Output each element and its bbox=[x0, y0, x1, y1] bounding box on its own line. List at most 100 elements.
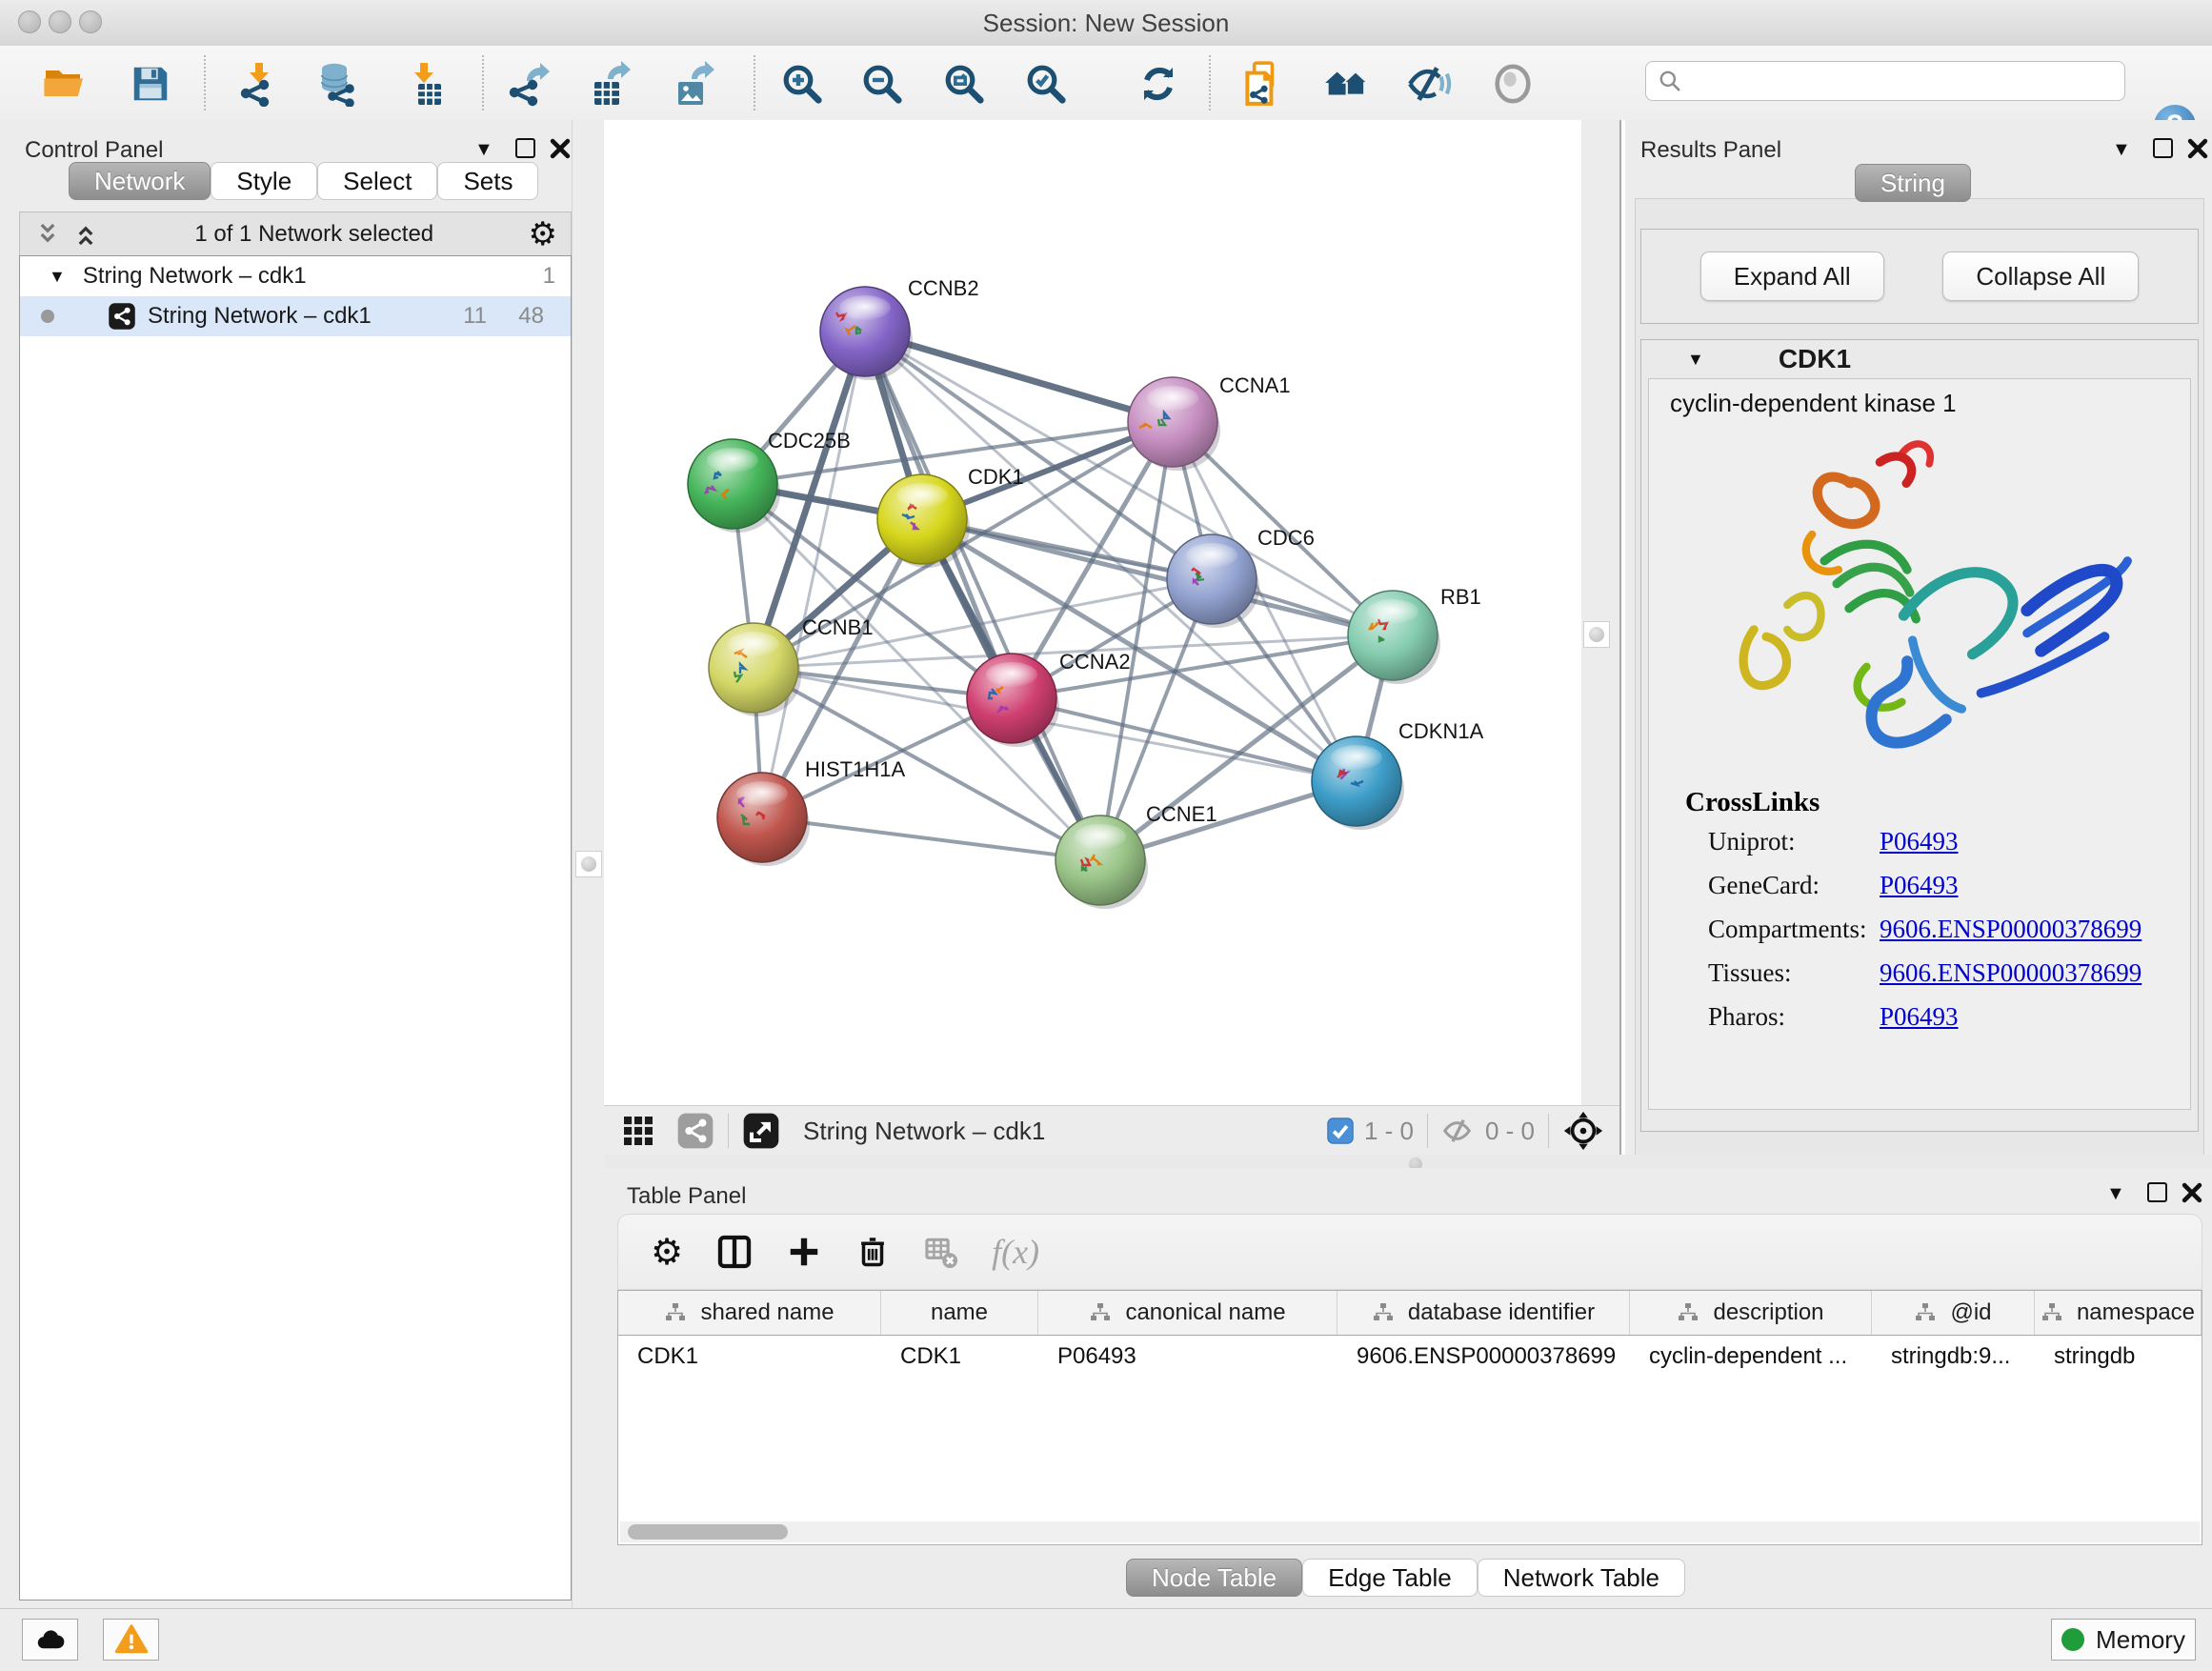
table-cell[interactable]: stringdb bbox=[2035, 1336, 2202, 1378]
zoom-out-button[interactable] bbox=[857, 59, 907, 109]
network-node-cdk1[interactable]: CDK1 bbox=[877, 465, 1024, 568]
tab-string[interactable]: String bbox=[1855, 164, 1971, 202]
open-session-button[interactable] bbox=[40, 59, 90, 109]
delete-column-icon[interactable] bbox=[855, 1234, 891, 1270]
crosslink-link[interactable]: P06493 bbox=[1880, 827, 1959, 856]
column-header-canonical-name[interactable]: canonical name bbox=[1038, 1291, 1337, 1335]
column-header-description[interactable]: description bbox=[1630, 1291, 1872, 1335]
column-header--id[interactable]: @id bbox=[1872, 1291, 2035, 1335]
network-home-button[interactable] bbox=[1321, 59, 1371, 109]
collapse-all-networks-icon[interactable] bbox=[71, 220, 100, 249]
zoom-selected-button[interactable] bbox=[1021, 59, 1071, 109]
network-node-hist1h1a[interactable]: HIST1H1A bbox=[717, 757, 905, 866]
network-canvas[interactable]: CCNB2CCNA1CDC25BCDK1CDC6RB1CCNB1CCNA2CDK… bbox=[604, 120, 1581, 1105]
network-node-cdkn1a[interactable]: CDKN1A bbox=[1312, 719, 1484, 830]
tab-node-table[interactable]: Node Table bbox=[1126, 1559, 1302, 1597]
search-box[interactable] bbox=[1645, 61, 2125, 101]
right-splitter-handle[interactable] bbox=[1583, 621, 1610, 648]
memory-button[interactable]: Memory bbox=[2051, 1619, 2196, 1661]
detach-view-icon[interactable] bbox=[742, 1112, 780, 1150]
network-graph[interactable]: CCNB2CCNA1CDC25BCDK1CDC6RB1CCNB1CCNA2CDK… bbox=[604, 120, 1581, 1105]
tree-expander-icon[interactable]: ▼ bbox=[49, 267, 66, 287]
node-label: CCNB2 bbox=[908, 276, 979, 300]
export-image-button[interactable] bbox=[669, 59, 718, 109]
close-panel-icon[interactable] bbox=[2187, 138, 2208, 159]
table-cell[interactable]: P06493 bbox=[1038, 1336, 1337, 1378]
expand-all-networks-icon[interactable] bbox=[33, 220, 62, 249]
horizontal-scrollbar[interactable] bbox=[620, 1521, 2200, 1542]
collection-count: 1 bbox=[543, 263, 555, 290]
zoom-fit-button[interactable] bbox=[939, 59, 989, 109]
crosslink-link[interactable]: P06493 bbox=[1880, 1002, 1959, 1032]
toolbar-separator bbox=[1427, 1114, 1428, 1148]
column-header-name[interactable]: name bbox=[881, 1291, 1038, 1335]
right-splitter[interactable] bbox=[1581, 120, 1619, 1155]
crosslink-link[interactable]: 9606.ENSP00000378699 bbox=[1880, 958, 2142, 988]
table-cell[interactable]: stringdb:9... bbox=[1872, 1336, 2035, 1378]
apply-layout-button[interactable] bbox=[1134, 59, 1183, 109]
crosslink-link[interactable]: 9606.ENSP00000378699 bbox=[1880, 915, 2142, 944]
collapse-all-button[interactable]: Collapse All bbox=[1942, 252, 2139, 301]
birds-eye-view-icon[interactable] bbox=[1562, 1110, 1604, 1152]
show-columns-icon[interactable] bbox=[715, 1233, 754, 1271]
network-row-selected[interactable]: String Network – cdk1 11 48 bbox=[20, 296, 571, 336]
grid-view-icon[interactable] bbox=[621, 1114, 655, 1148]
save-session-button[interactable] bbox=[126, 59, 175, 109]
close-panel-icon[interactable] bbox=[550, 138, 571, 159]
tree-options-gear-icon[interactable]: ⚙ bbox=[529, 215, 557, 253]
tab-style[interactable]: Style bbox=[211, 162, 317, 200]
table-cell[interactable]: 9606.ENSP00000378699 bbox=[1337, 1336, 1630, 1378]
zoom-in-button[interactable] bbox=[777, 59, 827, 109]
tab-edge-table[interactable]: Edge Table bbox=[1302, 1559, 1478, 1597]
float-panel-icon[interactable] bbox=[2147, 1182, 2167, 1202]
collapse-panel-icon[interactable]: ▼ bbox=[2106, 1183, 2125, 1205]
export-table-button[interactable] bbox=[585, 59, 634, 109]
network-node-ccnb2[interactable]: CCNB2 bbox=[820, 276, 979, 380]
cdk1-section-header[interactable]: ▼ CDK1 bbox=[1641, 340, 2198, 378]
float-panel-icon[interactable] bbox=[515, 138, 535, 158]
network-view-share-icon[interactable] bbox=[676, 1112, 714, 1150]
hide-selected-button[interactable] bbox=[1404, 59, 1454, 109]
table-toolbar: ⚙ f(x) bbox=[617, 1214, 2202, 1290]
show-all-button[interactable] bbox=[1488, 59, 1538, 109]
clone-network-button[interactable] bbox=[1237, 59, 1287, 109]
tab-network-table[interactable]: Network Table bbox=[1478, 1559, 1685, 1597]
network-node-ccna1[interactable]: CCNA1 bbox=[1128, 373, 1291, 471]
tab-sets[interactable]: Sets bbox=[437, 162, 538, 200]
add-column-icon[interactable] bbox=[786, 1234, 822, 1270]
tab-select[interactable]: Select bbox=[317, 162, 437, 200]
table-cell[interactable]: CDK1 bbox=[618, 1336, 881, 1378]
import-network-from-database-button[interactable] bbox=[313, 59, 363, 109]
collapse-panel-icon[interactable]: ▼ bbox=[2112, 139, 2131, 161]
scrollbar-thumb[interactable] bbox=[628, 1524, 788, 1540]
column-header-database-identifier[interactable]: database identifier bbox=[1337, 1291, 1630, 1335]
float-panel-icon[interactable] bbox=[2153, 138, 2173, 158]
network-node-ccna2[interactable]: CCNA2 bbox=[967, 650, 1131, 747]
close-panel-icon[interactable] bbox=[2182, 1182, 2202, 1203]
network-edge-count: 48 bbox=[518, 303, 544, 330]
tab-network[interactable]: Network bbox=[69, 162, 211, 200]
crosslink-link[interactable]: P06493 bbox=[1880, 871, 1959, 900]
table-cell[interactable]: CDK1 bbox=[881, 1336, 1038, 1378]
table-options-gear-icon[interactable]: ⚙ bbox=[651, 1231, 683, 1273]
search-input[interactable] bbox=[1682, 67, 2105, 95]
section-expander-icon[interactable]: ▼ bbox=[1687, 350, 1704, 370]
selected-checkbox-icon[interactable] bbox=[1326, 1117, 1355, 1145]
network-node-rb1[interactable]: RB1 bbox=[1348, 585, 1481, 684]
toolbar-separator bbox=[1209, 55, 1211, 111]
column-header-namespace[interactable]: namespace bbox=[2035, 1291, 2202, 1335]
column-header-shared-name[interactable]: shared name bbox=[618, 1291, 881, 1335]
cloud-status-button[interactable] bbox=[22, 1619, 78, 1661]
table-cell[interactable]: cyclin-dependent ... bbox=[1630, 1336, 1872, 1378]
left-splitter-handle[interactable] bbox=[575, 851, 602, 877]
table-row[interactable]: CDK1CDK1P064939606.ENSP00000378699cyclin… bbox=[618, 1336, 2202, 1378]
warning-status-button[interactable] bbox=[103, 1619, 159, 1661]
collapse-panel-icon[interactable]: ▼ bbox=[474, 139, 493, 161]
import-table-from-file-button[interactable] bbox=[399, 59, 449, 109]
network-collection-row[interactable]: ▼ String Network – cdk1 1 bbox=[20, 256, 571, 296]
export-network-button[interactable] bbox=[504, 59, 553, 109]
import-network-from-file-button[interactable] bbox=[234, 59, 284, 109]
left-splitter[interactable] bbox=[572, 120, 605, 1608]
horizontal-splitter[interactable] bbox=[604, 1155, 2212, 1168]
expand-all-button[interactable]: Expand All bbox=[1700, 252, 1884, 301]
